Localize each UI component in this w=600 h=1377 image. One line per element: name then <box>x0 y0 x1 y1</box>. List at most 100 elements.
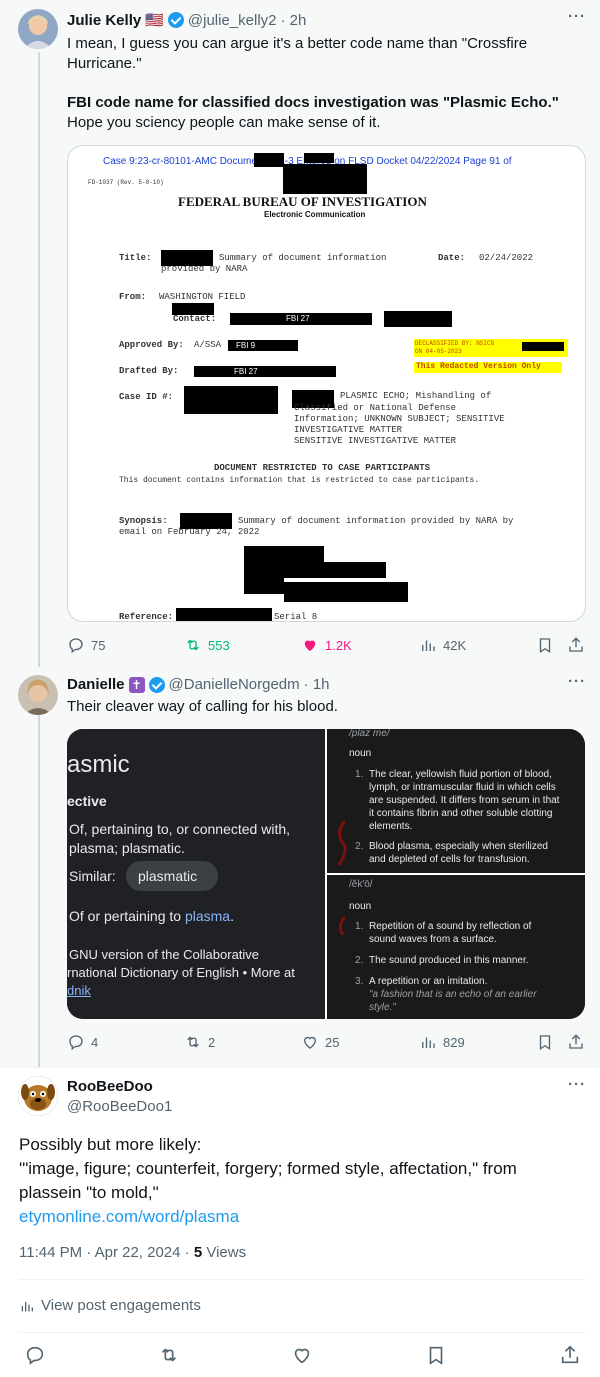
dict-source-2: rnational Dictionary of English • More a… <box>67 965 295 980</box>
author-handle[interactable]: @julie_kelly2 <box>188 12 277 29</box>
heart-icon <box>304 1036 316 1049</box>
doc-case-line-3: Information; UNKNOWN SUBJECT; SENSITIVE <box>294 414 505 424</box>
dict-source-link[interactable]: dnik <box>67 983 91 998</box>
doc-case-line-4: INVESTIGATIVE MATTER <box>294 425 403 435</box>
dict-similar-label: Similar: <box>69 868 116 884</box>
tweet-actions: 4 2 25 829 <box>67 1033 585 1053</box>
tweet-header: Danielle ✝ @DanielleNorgedm · 1h <box>67 676 330 693</box>
reply-button[interactable]: 4 <box>67 1033 98 1051</box>
cross-emoji-icon: ✝ <box>128 676 145 693</box>
avatar-danielle[interactable] <box>18 675 58 715</box>
reply-count: 75 <box>91 637 106 653</box>
redaction <box>304 153 334 163</box>
author-handle[interactable]: @RooBeeDoo1 <box>67 1098 172 1115</box>
dict-echo-def-1: Repetition of a sound by reflection of s… <box>369 921 532 945</box>
heart-icon[interactable] <box>291 1344 313 1366</box>
red-mark-icon <box>337 820 347 866</box>
redaction-fbi27: FBI 27 <box>230 313 372 325</box>
tweet-julie-kelly[interactable]: Julie Kelly 🇺🇸 @julie_kelly2 · 2h ··· I … <box>0 0 600 667</box>
like-button[interactable]: 1.2K <box>301 636 352 654</box>
views-count: 5 <box>193 1244 203 1261</box>
declassified-highlight: DECLASSIFIED BY: NSICG ON 04-05-2023 <box>414 339 568 357</box>
dict-echo-def-2: The sound produced in this manner. <box>369 955 529 966</box>
post-time[interactable]: · 1h <box>304 676 330 693</box>
verified-badge-icon <box>167 12 184 28</box>
more-options-icon[interactable]: ··· <box>568 8 586 25</box>
avatar-julie[interactable] <box>18 9 58 49</box>
post-time[interactable]: · 2h <box>281 12 307 29</box>
dict-noun-1: noun <box>349 748 372 759</box>
dict-plasma-link[interactable]: plasma <box>185 908 230 924</box>
views-button[interactable]: 42K <box>419 636 466 654</box>
fbi-document-image[interactable]: Case 9:23-cr-80101-AMC Document 491-3 En… <box>67 145 586 622</box>
verified-badge-icon <box>148 676 165 693</box>
views-count: 829 <box>443 1034 465 1050</box>
doc-from-label: From: <box>119 292 147 302</box>
repost-button[interactable]: 553 <box>184 636 230 654</box>
dict-left-panel: asmic ective Of, pertaining to, or conne… <box>67 729 325 1019</box>
bookmark-button[interactable] <box>536 636 554 654</box>
doc-approved-value: A/SSA <box>194 340 222 350</box>
tweet-line-bold: FBI code name for classified docs invest… <box>67 94 559 111</box>
repost-count: 553 <box>208 637 230 653</box>
author-handle[interactable]: @DanielleNorgedm <box>169 676 300 693</box>
share-button[interactable] <box>567 1033 585 1051</box>
doc-from-value: WASHINGTON FIELD <box>159 292 246 302</box>
reply-count: 4 <box>91 1034 99 1050</box>
bookmark-icon[interactable] <box>425 1344 447 1366</box>
dict-def1-a: Of, pertaining to, or connected with, <box>69 821 291 837</box>
author-name[interactable]: RooBeeDoo <box>67 1078 153 1095</box>
doc-form-number: FD-1037 (Rev. 5-8-10) <box>88 179 164 186</box>
timestamp[interactable]: 11:44 PM · Apr 22, 2024 · <box>19 1244 194 1261</box>
views-label: Views <box>202 1244 247 1261</box>
main-line-3: plassein "to mold," <box>19 1183 159 1202</box>
share-icon <box>569 637 583 652</box>
doc-caseid-label: Case ID #: <box>119 392 174 402</box>
doc-contact-label: Contact: <box>173 314 217 324</box>
share-button[interactable] <box>567 636 585 654</box>
doc-agency: FEDERAL BUREAU OF INVESTIGATION <box>178 194 427 209</box>
views-button[interactable]: 829 <box>419 1033 465 1051</box>
tweet-actions: 75 553 1.2K 42K <box>67 636 585 656</box>
dictionary-image[interactable]: asmic ective Of, pertaining to, or conne… <box>67 729 585 1019</box>
reply-icon[interactable] <box>24 1344 46 1366</box>
doc-drafted-label: Drafted By: <box>119 366 179 376</box>
avatar-roobeedoo[interactable] <box>18 1076 58 1116</box>
doc-synopsis-label: Synopsis: <box>119 516 168 526</box>
doc-restricted-note: This document contains information that … <box>119 476 480 485</box>
etymonline-link[interactable]: etymonline.com/word/plasma <box>19 1205 239 1229</box>
dict-plasma-panel: /plaz me/ noun 1. The clear, yellowish f… <box>327 729 585 873</box>
views-chart-icon <box>422 640 435 651</box>
heart-filled-icon <box>304 640 316 651</box>
doc-date-label: Date: <box>438 253 466 263</box>
main-line-2: '"image, figure; counterfeit, forgery; f… <box>19 1159 517 1178</box>
tweet-line-1: I mean, I guess you can argue it's a bet… <box>67 35 528 52</box>
doc-restricted: DOCUMENT RESTRICTED TO CASE PARTICIPANTS <box>214 463 431 473</box>
like-button[interactable]: 25 <box>301 1033 339 1051</box>
redaction <box>176 608 272 621</box>
more-options-icon[interactable]: ··· <box>568 1076 586 1093</box>
repost-icon[interactable] <box>158 1344 180 1366</box>
bookmark-button[interactable] <box>536 1033 554 1051</box>
dict-echo-panel: /ĕk′ō/ noun 1. Repetition of a sound by … <box>327 875 585 1019</box>
main-actions <box>0 1344 600 1368</box>
repost-button[interactable]: 2 <box>184 1033 215 1051</box>
dict-similar-chip[interactable]: plasmatic <box>126 861 218 891</box>
tweet-header: Julie Kelly 🇺🇸 @julie_kelly2 · 2h <box>67 11 307 30</box>
author-name[interactable]: Danielle <box>67 676 125 693</box>
view-engagements-link[interactable]: View post engagements <box>19 1297 201 1314</box>
red-mark-icon <box>338 915 347 936</box>
doc-title-value: Summary of document information <box>219 253 387 263</box>
doc-synopsis-value-2: email on February 24, 2022 <box>119 527 260 537</box>
reply-button[interactable]: 75 <box>67 636 105 654</box>
share-icon[interactable] <box>559 1344 581 1366</box>
views-chart-icon <box>21 1301 33 1311</box>
more-options-icon[interactable]: ··· <box>568 673 586 690</box>
author-name[interactable]: Julie Kelly <box>67 12 141 29</box>
dict-noun-2: noun <box>349 901 372 912</box>
main-tweet: RooBeeDoo @RooBeeDoo1 ··· Possibly but m… <box>0 1067 600 1377</box>
redaction <box>244 576 284 594</box>
redacted-version-highlight: This Redacted Version Only <box>414 362 562 373</box>
dict-plasma-def-1: The clear, yellowish fluid portion of bl… <box>369 769 560 832</box>
share-icon <box>569 1034 583 1049</box>
